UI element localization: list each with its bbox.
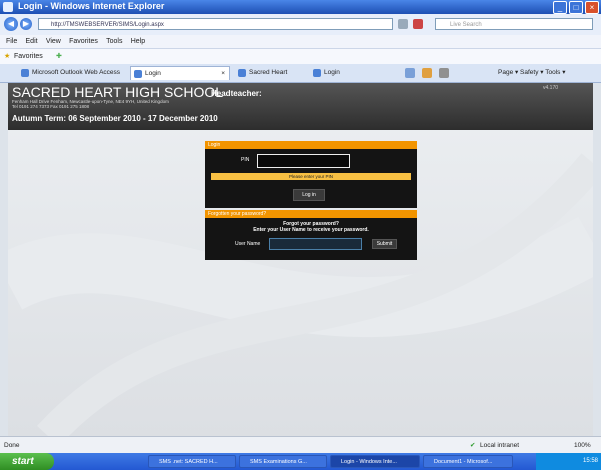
school-name: SACRED HEART HIGH SCHOOL xyxy=(12,84,224,100)
page-icon xyxy=(134,70,142,78)
zone-label: Local intranet xyxy=(480,442,520,449)
tab-login[interactable]: Login xyxy=(310,66,380,80)
stop-icon[interactable] xyxy=(413,19,423,29)
close-tab-icon[interactable]: × xyxy=(221,67,225,80)
favorites-button[interactable]: Favorites xyxy=(14,49,43,64)
pin-message: Please enter your PIN xyxy=(211,173,411,180)
tab-bar: Microsoft Outlook Web Access Login × Sacr… xyxy=(0,64,601,83)
pin-label: PIN xyxy=(241,157,250,163)
forgot-password-panel: Forgotten your password? Forgot your pas… xyxy=(205,210,417,260)
site-header: SACRED HEART HIGH SCHOOL Headteacher: v4… xyxy=(8,83,593,130)
print-icon[interactable] xyxy=(439,68,449,78)
status-bar: Done ✔ Local intranet 100% xyxy=(0,436,601,454)
forgot-line2: Enter your User Name to receive your pas… xyxy=(253,227,369,233)
task-sms-net[interactable]: SMS .net: SACRED H... xyxy=(148,455,236,468)
menu-edit[interactable]: Edit xyxy=(26,35,38,48)
task-document1[interactable]: Document1 - Microsof... xyxy=(423,455,513,468)
username-input[interactable] xyxy=(269,238,362,250)
forward-button[interactable]: ▶ xyxy=(20,18,32,30)
system-tray: 15:58 xyxy=(536,453,601,470)
menu-file[interactable]: File xyxy=(6,35,17,48)
command-bar[interactable]: Page ▾ Safety ▾ Tools ▾ xyxy=(498,66,565,80)
clock: 15:58 xyxy=(582,458,598,464)
headteacher-label: Headteacher: xyxy=(211,89,262,98)
status-text: Done xyxy=(4,442,20,449)
window-title: Login - Windows Internet Explorer xyxy=(18,1,165,11)
close-button[interactable]: × xyxy=(585,1,599,14)
favorites-bar: ★ Favorites ✚ xyxy=(0,49,601,65)
minimize-button[interactable]: _ xyxy=(553,1,567,14)
start-button[interactable]: start xyxy=(0,453,54,470)
term-dates: Autumn Term: 06 September 2010 - 17 Dece… xyxy=(12,114,218,123)
username-label: User Name xyxy=(235,241,261,247)
maximize-button[interactable]: □ xyxy=(569,1,583,14)
add-favorites-icon[interactable]: ✚ xyxy=(56,49,62,64)
page-icon xyxy=(21,69,29,77)
menu-favorites[interactable]: Favorites xyxy=(69,35,98,48)
forgot-header: Forgotten your password? xyxy=(205,210,417,218)
address-input[interactable]: http://TMSWEBSERVER/SIMS/Login.aspx xyxy=(38,18,393,30)
back-button[interactable]: ◀ xyxy=(4,17,18,31)
web-page: SACRED HEART HIGH SCHOOL Headteacher: v4… xyxy=(8,83,593,436)
login-header: Login xyxy=(205,141,417,149)
menu-help[interactable]: Help xyxy=(131,35,145,48)
submit-button[interactable]: Submit xyxy=(372,239,397,249)
ie-icon xyxy=(3,2,13,12)
tab-login-active[interactable]: Login × xyxy=(130,66,230,80)
menu-tools[interactable]: Tools xyxy=(106,35,122,48)
menu-view[interactable]: View xyxy=(46,35,61,48)
tab-outlook[interactable]: Microsoft Outlook Web Access xyxy=(18,66,128,80)
page-icon xyxy=(238,69,246,77)
task-login-ie[interactable]: Login - Windows Inte... xyxy=(330,455,420,468)
menu-bar: File Edit View Favorites Tools Help xyxy=(0,35,601,49)
zone-icon: ✔ xyxy=(470,442,476,449)
login-button[interactable]: Log in xyxy=(293,189,325,201)
version-label: v4.170 xyxy=(543,85,559,91)
window-title-bar: Login - Windows Internet Explorer _ □ × xyxy=(0,0,601,14)
page-icon xyxy=(313,69,321,77)
search-input[interactable]: Live Search xyxy=(435,18,593,30)
taskbar: start SMS .net: SACRED H... SMS Examinat… xyxy=(0,453,601,470)
tab-sacred-heart[interactable]: Sacred Heart xyxy=(235,66,305,80)
address-toolbar: ◀ ▶ http://TMSWEBSERVER/SIMS/Login.aspx … xyxy=(0,14,601,36)
zoom-level[interactable]: 100% xyxy=(574,437,591,454)
refresh-icon[interactable] xyxy=(398,19,408,29)
task-sms-exams[interactable]: SMS Examinations G... xyxy=(239,455,327,468)
school-phone: Tel 0191 274 7373 Fax 0191 275 1808 xyxy=(12,104,90,109)
feeds-icon[interactable] xyxy=(422,68,432,78)
home-icon[interactable] xyxy=(405,68,415,78)
login-panel: Login PIN Please enter your PIN Log in xyxy=(205,141,417,208)
pin-input[interactable] xyxy=(257,154,350,168)
star-icon: ★ xyxy=(4,53,11,60)
